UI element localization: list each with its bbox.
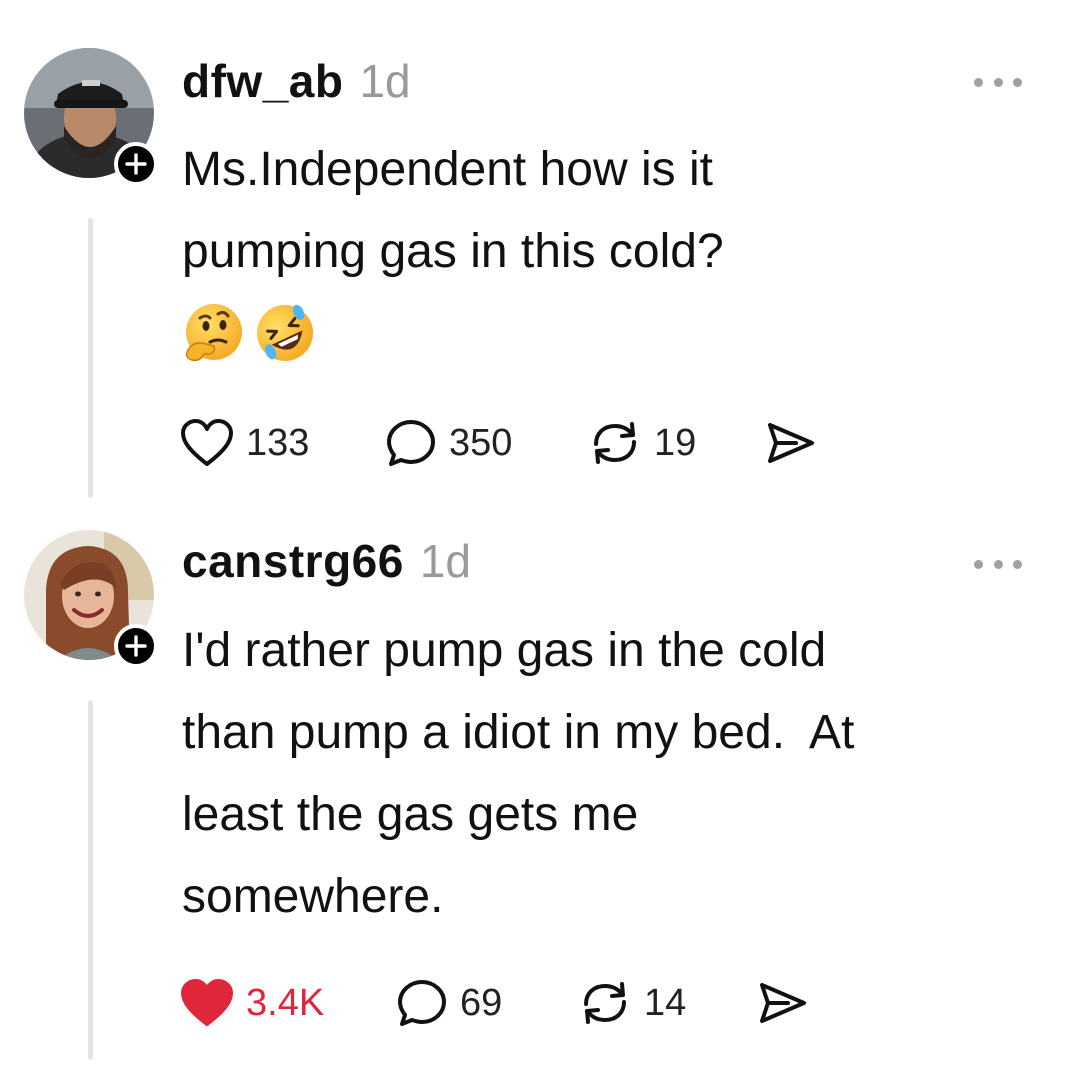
send-icon [760, 983, 806, 1023]
thread-post: dfw_ab 1d Ms.Independent how is it pumpi… [0, 0, 1080, 520]
timestamp: 1d [419, 535, 472, 587]
reply-button[interactable]: 69 [396, 978, 578, 1028]
like-count: 133 [246, 421, 310, 464]
repost-arrows-icon [594, 422, 636, 464]
follow-badge[interactable] [114, 142, 158, 186]
post-text: Ms.Independent how is it pumping gas in … [182, 129, 1042, 293]
post-header: canstrg66 1d [182, 534, 471, 588]
send-icon [768, 423, 814, 463]
plus-icon [125, 153, 147, 175]
like-button[interactable]: 3.4K [180, 978, 396, 1028]
share-button[interactable] [758, 981, 808, 1025]
post-actions: 3.4K 69 14 [180, 978, 808, 1028]
username[interactable]: dfw_ab [182, 54, 343, 108]
rolling-on-floor-laughing-emoji [257, 304, 313, 361]
more-dots-icon [974, 559, 983, 569]
heart-icon [181, 419, 233, 466]
reply-count: 69 [460, 981, 503, 1024]
more-dots-icon [974, 77, 983, 87]
avatar[interactable] [24, 530, 158, 668]
thread-post: canstrg66 1d I'd rather pump gas in the … [0, 520, 1080, 1075]
reply-button[interactable]: 350 [385, 418, 588, 468]
like-button[interactable]: 133 [180, 418, 385, 468]
repost-count: 14 [644, 981, 687, 1024]
share-button[interactable] [766, 421, 816, 465]
thread-line [88, 218, 93, 498]
follow-badge[interactable] [114, 624, 158, 668]
repost-button[interactable]: 14 [578, 978, 758, 1028]
speech-bubble-icon [387, 420, 435, 466]
thinking-face-emoji [185, 304, 242, 362]
post-text-line: Ms.Independent how is it [182, 143, 713, 196]
like-count: 3.4K [246, 981, 325, 1024]
post-text-line: I'd rather pump gas in the cold [182, 624, 827, 677]
plus-icon [125, 635, 147, 657]
repost-arrows-icon [584, 982, 626, 1024]
post-text: I'd rather pump gas in the cold than pum… [182, 610, 1042, 938]
post-text-line: somewhere. [182, 870, 444, 923]
repost-count: 19 [654, 421, 697, 464]
timestamp: 1d [359, 55, 411, 107]
post-actions: 133 350 19 [180, 418, 816, 468]
speech-bubble-icon [398, 980, 446, 1026]
post-text-line: least the gas gets me [182, 788, 639, 841]
post-text-line: pumping gas in this cold? [182, 225, 724, 278]
emoji-row [180, 300, 318, 366]
post-header: dfw_ab 1d [182, 54, 411, 108]
reply-count: 350 [449, 421, 513, 464]
thread-line [88, 700, 93, 1060]
heart-icon [181, 979, 233, 1026]
more-options-button[interactable] [974, 72, 1022, 92]
avatar[interactable] [24, 48, 158, 186]
more-options-button[interactable] [974, 554, 1022, 574]
username[interactable]: canstrg66 [182, 534, 404, 588]
post-text-line: than pump a idiot in my bed. At [182, 706, 855, 759]
repost-button[interactable]: 19 [588, 418, 766, 468]
